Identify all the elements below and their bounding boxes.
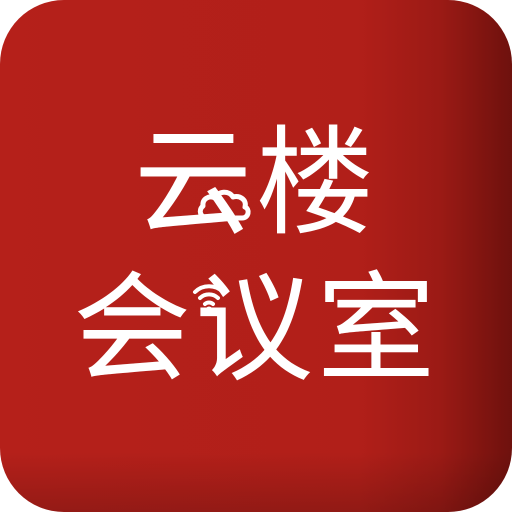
bottom-shade [0, 452, 512, 512]
cloud-icon [197, 189, 251, 221]
app-icon[interactable]: 云楼 会议室 [0, 0, 512, 512]
wifi-icon [193, 284, 225, 314]
app-name-line-1: 云楼 [133, 114, 378, 252]
app-name-line-2: 会议室 [72, 260, 439, 398]
